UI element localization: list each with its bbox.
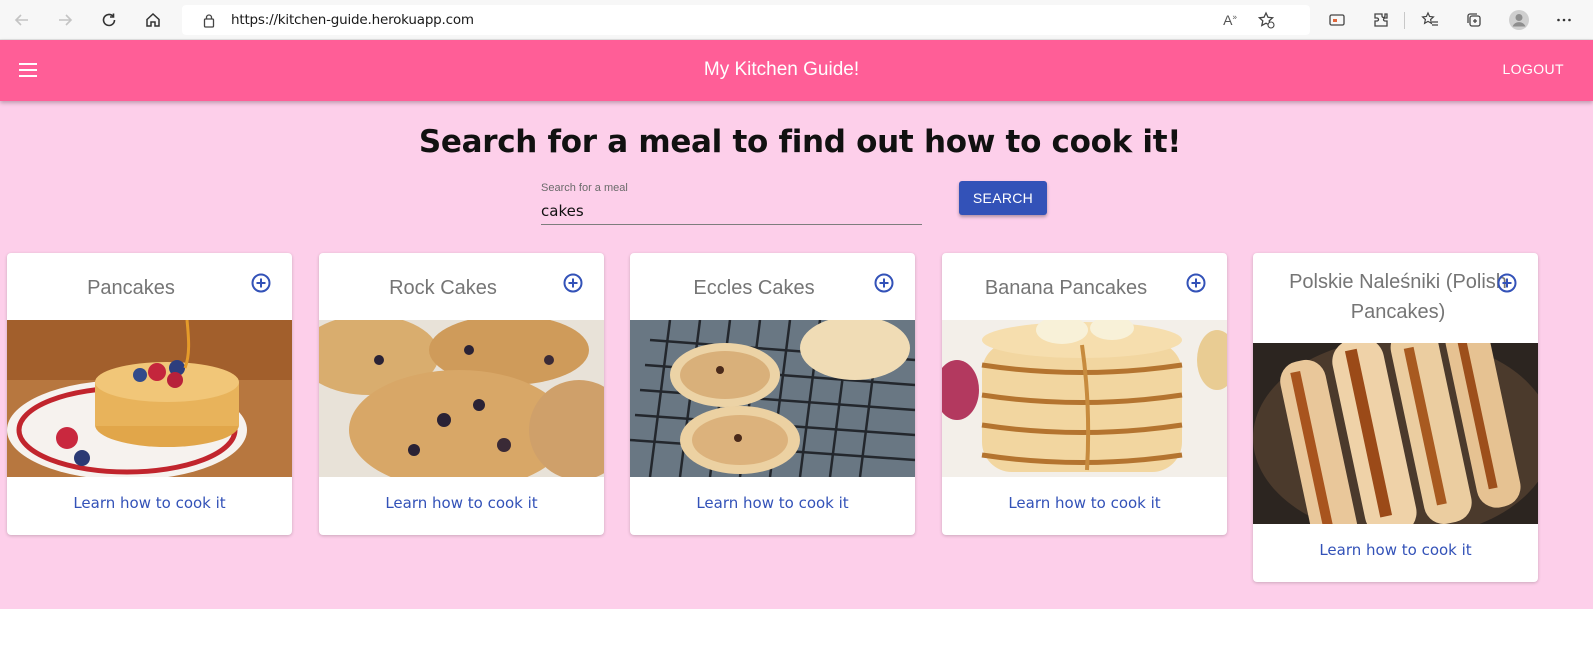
browser-toolbar: https://kitchen-guide.herokuapp.com A» (0, 0, 1593, 40)
meal-card: Eccles Cakes Learn how to cook it (630, 253, 915, 535)
add-circle-icon[interactable] (562, 272, 584, 294)
meal-card: Banana Pancakes Learn how to cook it (942, 253, 1227, 535)
meal-title: Banana Pancakes (984, 277, 1148, 299)
app-bar: My Kitchen Guide! LOGOUT (0, 40, 1593, 101)
search-label: Search for a meal (541, 182, 628, 194)
meal-image (1253, 343, 1538, 524)
collections-icon[interactable] (1460, 6, 1488, 34)
toolbar-divider (1404, 12, 1405, 29)
meal-title: Rock Cakes (389, 277, 497, 299)
meal-image (942, 320, 1227, 477)
add-circle-icon[interactable] (250, 272, 272, 294)
logout-button[interactable]: LOGOUT (1502, 61, 1564, 77)
meal-image (319, 320, 604, 477)
collections-cast-icon[interactable] (1323, 6, 1351, 34)
address-bar[interactable]: https://kitchen-guide.herokuapp.com A» (182, 5, 1310, 35)
favorites-icon[interactable] (1416, 6, 1444, 34)
meal-title: Eccles Cakes (693, 277, 815, 299)
meal-title: Pancakes (87, 277, 175, 299)
meal-image (7, 320, 292, 477)
learn-link[interactable]: Learn how to cook it (1253, 541, 1538, 559)
refresh-icon[interactable] (95, 6, 123, 34)
add-circle-icon[interactable] (1185, 272, 1207, 294)
extensions-icon[interactable] (1367, 6, 1395, 34)
forward-icon[interactable] (51, 6, 79, 34)
read-aloud-icon[interactable]: A» (1216, 6, 1244, 34)
learn-link[interactable]: Learn how to cook it (630, 494, 915, 512)
learn-link[interactable]: Learn how to cook it (319, 494, 604, 512)
learn-link[interactable]: Learn how to cook it (942, 494, 1227, 512)
app-page: My Kitchen Guide! LOGOUT Search for a me… (0, 40, 1593, 609)
back-icon[interactable] (8, 6, 36, 34)
add-favorite-icon[interactable] (1252, 6, 1280, 34)
lock-icon[interactable] (202, 13, 216, 33)
more-options-icon[interactable] (1550, 6, 1578, 34)
search-input[interactable] (541, 197, 922, 225)
search-button[interactable]: SEARCH (959, 181, 1047, 215)
profile-avatar-icon[interactable] (1505, 6, 1533, 34)
meal-card: Rock Cakes Learn how to cook it (319, 253, 604, 535)
learn-link[interactable]: Learn how to cook it (7, 494, 292, 512)
home-icon[interactable] (139, 6, 167, 34)
address-url[interactable]: https://kitchen-guide.herokuapp.com (231, 12, 474, 28)
page-heading: Search for a meal to find out how to coo… (418, 124, 1182, 160)
meal-card: Pancakes Learn how to cook it (7, 253, 292, 535)
add-circle-icon[interactable] (873, 272, 895, 294)
meal-card: Polskie Naleśniki (Polish Pancakes) Lear… (1253, 253, 1538, 582)
add-circle-icon[interactable] (1496, 272, 1518, 294)
app-title: My Kitchen Guide! (703, 59, 860, 80)
meal-image (630, 320, 915, 477)
